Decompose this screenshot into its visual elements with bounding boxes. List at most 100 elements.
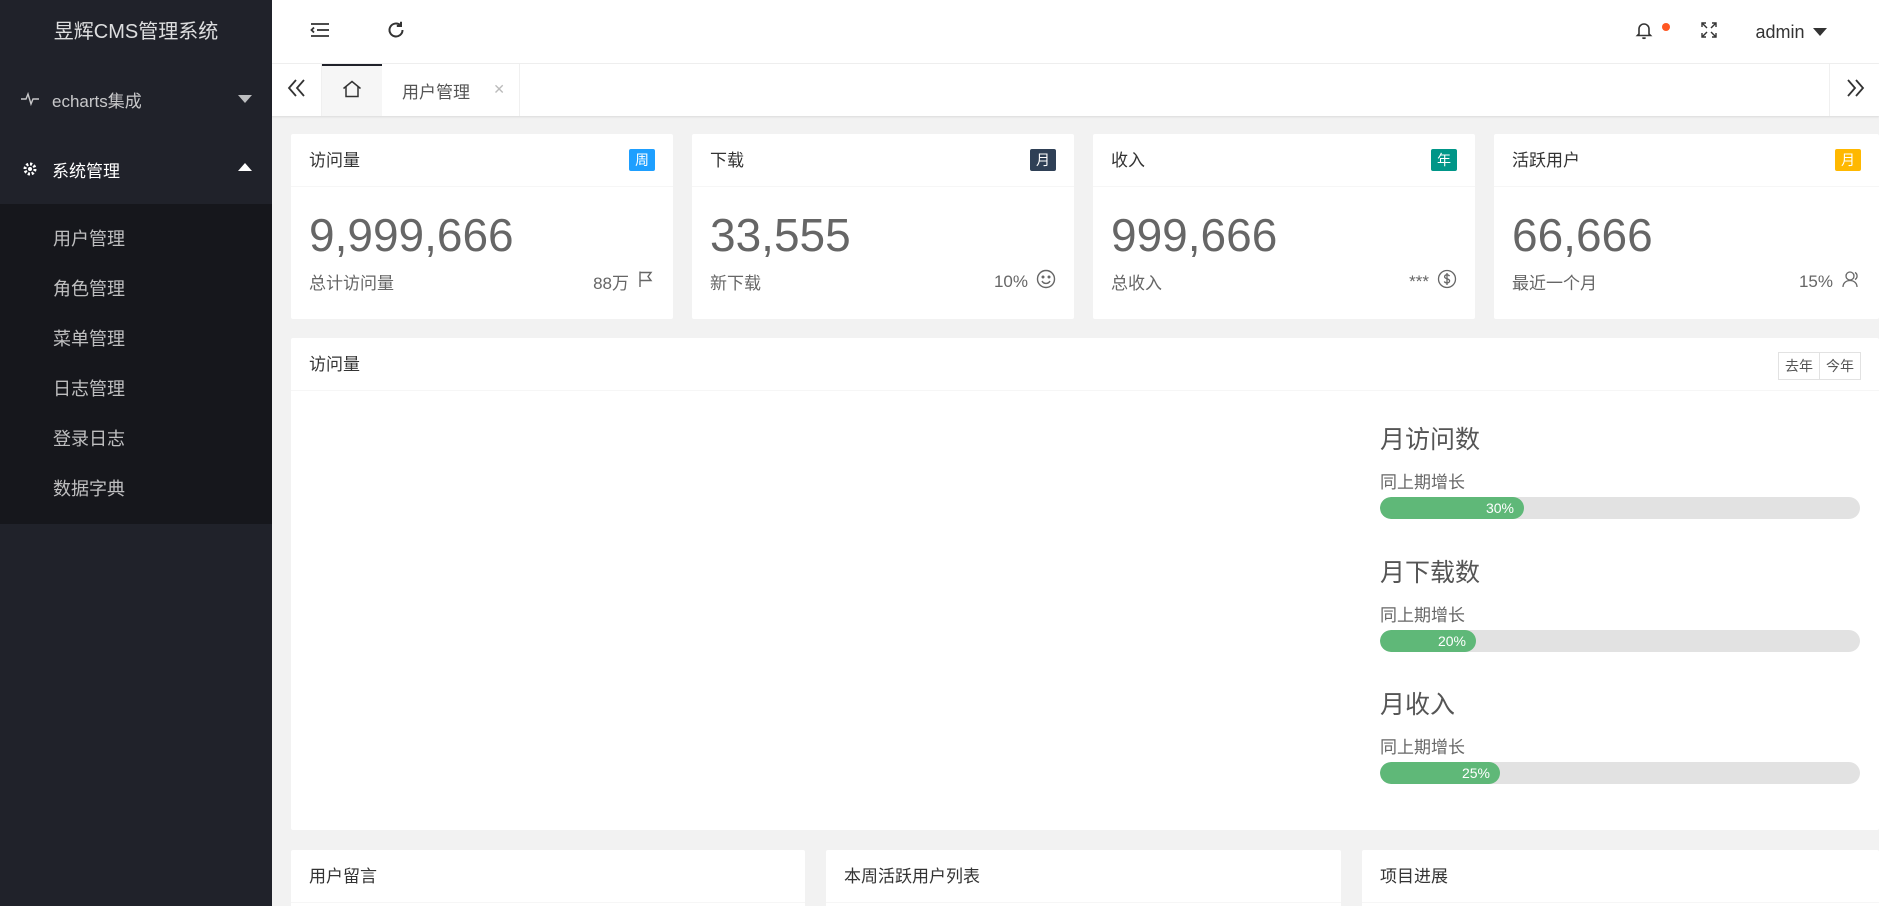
card-title: 活跃用户 [1512,151,1580,170]
stat-extra: 88万 [593,274,629,293]
period-badge: 周 [629,149,655,171]
stat-extra: 15% [1798,271,1833,291]
sidebar: 昱辉CMS管理系统 echarts集成 系统管理 用户管理 角色管理 菜单管理 … [0,0,272,906]
stat-footer: 最近一个月 15% [1494,263,1879,300]
stat-caption: 新下载 [710,274,761,293]
progress-track: 20% [1380,630,1860,652]
progress-title: 月访问数 [1380,426,1481,454]
card-title: 用户留言 [291,850,805,903]
tab-user-management[interactable]: 用户管理 ✕ [382,64,520,116]
notification-button[interactable] [1609,0,1679,64]
nav-group-system[interactable]: 系统管理 [0,134,272,204]
close-icon[interactable]: ✕ [493,81,505,98]
project-progress-card: 项目进展 [1362,850,1879,906]
sidebar-item-login-logs[interactable]: 登录日志 [0,414,272,464]
stat-footer: 新下载 10% [692,263,1074,300]
chart-area [291,392,1351,822]
card-title: 访问量 [309,151,360,170]
stat-value: 9,999,666 [309,209,514,261]
tabs-scroll-left-button[interactable] [272,64,322,116]
this-year-button[interactable]: 今年 [1819,353,1860,379]
sidebar-item-users[interactable]: 用户管理 [0,214,272,264]
visits-panel: 访问量 去年 今年 月访问数 同上期增长 30% 月下载数 同上期增长 20% … [291,338,1879,830]
period-badge: 月 [1030,149,1056,171]
stat-card-income: 收入 年 999,666 总收入 *** [1093,134,1475,319]
last-year-button[interactable]: 去年 [1779,353,1819,379]
stat-value: 999,666 [1111,209,1278,261]
progress-title: 月下载数 [1380,559,1481,587]
double-chevron-left-icon [287,78,307,102]
stat-extra: *** [1409,271,1429,291]
progress-track: 25% [1380,762,1860,784]
fullscreen-button[interactable] [1679,0,1739,64]
stat-value: 33,555 [710,209,851,261]
tab-home[interactable] [322,64,382,116]
card-header: 访问量 去年 今年 [291,338,1879,391]
user-menu[interactable]: admin [1739,0,1843,64]
progress-label: 25% [1461,765,1490,781]
flag-icon [629,270,655,293]
pulse-icon [20,92,40,106]
collapse-sidebar-button[interactable] [272,0,368,64]
bell-icon [1634,20,1654,45]
sidebar-item-menus[interactable]: 菜单管理 [0,314,272,364]
card-title: 下载 [710,151,744,170]
stat-caption: 最近一个月 [1512,274,1597,293]
progress-label: 30% [1485,500,1514,516]
tabs-bar: 用户管理 ✕ [272,64,1879,116]
progress-monthly-downloads: 月下载数 同上期增长 20% [1380,553,1860,652]
chevron-down-icon [238,95,252,103]
card-title: 项目进展 [1362,850,1879,903]
progress-track: 30% [1380,497,1860,519]
stat-footer: 总计访问量 88万 [291,263,673,300]
stat-extra: 10% [993,271,1028,291]
refresh-button[interactable] [368,0,424,64]
progress-label: 20% [1437,633,1466,649]
double-chevron-right-icon [1845,78,1865,102]
progress-subtitle: 同上期增长 [1380,473,1465,492]
user-icon [1833,269,1861,294]
stat-caption: 总收入 [1111,274,1162,293]
fullscreen-icon [1701,21,1717,43]
stat-card-active-users: 活跃用户 月 66,666 最近一个月 15% [1494,134,1879,319]
progress-fill: 20% [1380,630,1476,652]
period-badge: 年 [1431,149,1457,171]
period-badge: 月 [1835,149,1861,171]
chevron-up-icon [238,163,252,171]
stat-card-visits: 访问量 周 9,999,666 总计访问量 88万 [291,134,673,319]
smile-icon [1028,269,1056,294]
notification-dot [1662,23,1670,31]
progress-subtitle: 同上期增长 [1380,738,1465,757]
year-toggle: 去年 今年 [1778,352,1861,380]
tab-label: 用户管理 [402,82,470,102]
progress-fill: 30% [1380,497,1524,519]
sidebar-item-roles[interactable]: 角色管理 [0,264,272,314]
progress-monthly-income: 月收入 同上期增长 25% [1380,685,1860,784]
caret-down-icon [1812,28,1827,36]
subnav-system: 用户管理 角色管理 菜单管理 日志管理 登录日志 数据字典 [0,204,272,524]
sidebar-item-dictionary[interactable]: 数据字典 [0,464,272,514]
sidebar-item-logs[interactable]: 日志管理 [0,364,272,414]
gear-icon [20,161,40,177]
dollar-icon [1429,269,1457,294]
progress-subtitle: 同上期增长 [1380,606,1465,625]
stat-value: 66,666 [1512,209,1653,261]
progress-title: 月收入 [1380,691,1456,719]
progress-fill: 25% [1380,762,1500,784]
card-header: 访问量 周 [291,134,673,187]
progress-monthly-visits: 月访问数 同上期增长 30% [1380,420,1860,519]
card-header: 活跃用户 月 [1494,134,1879,187]
app-logo-title: 昱辉CMS管理系统 [53,21,219,43]
nav-group-label: 系统管理 [52,161,120,181]
home-icon [342,80,362,103]
stat-card-downloads: 下载 月 33,555 新下载 10% [692,134,1074,319]
card-title: 本周活跃用户列表 [826,850,1341,903]
card-header: 收入 年 [1093,134,1475,187]
nav-group-echarts[interactable]: echarts集成 [0,64,272,134]
active-users-list-card: 本周活跃用户列表 [826,850,1341,906]
tabs-scroll-right-button[interactable] [1829,64,1879,116]
nav-group-label: echarts集成 [52,91,142,111]
card-title: 收入 [1111,151,1145,170]
stat-footer: 总收入 *** [1093,263,1475,300]
messages-card: 用户留言 [291,850,805,906]
